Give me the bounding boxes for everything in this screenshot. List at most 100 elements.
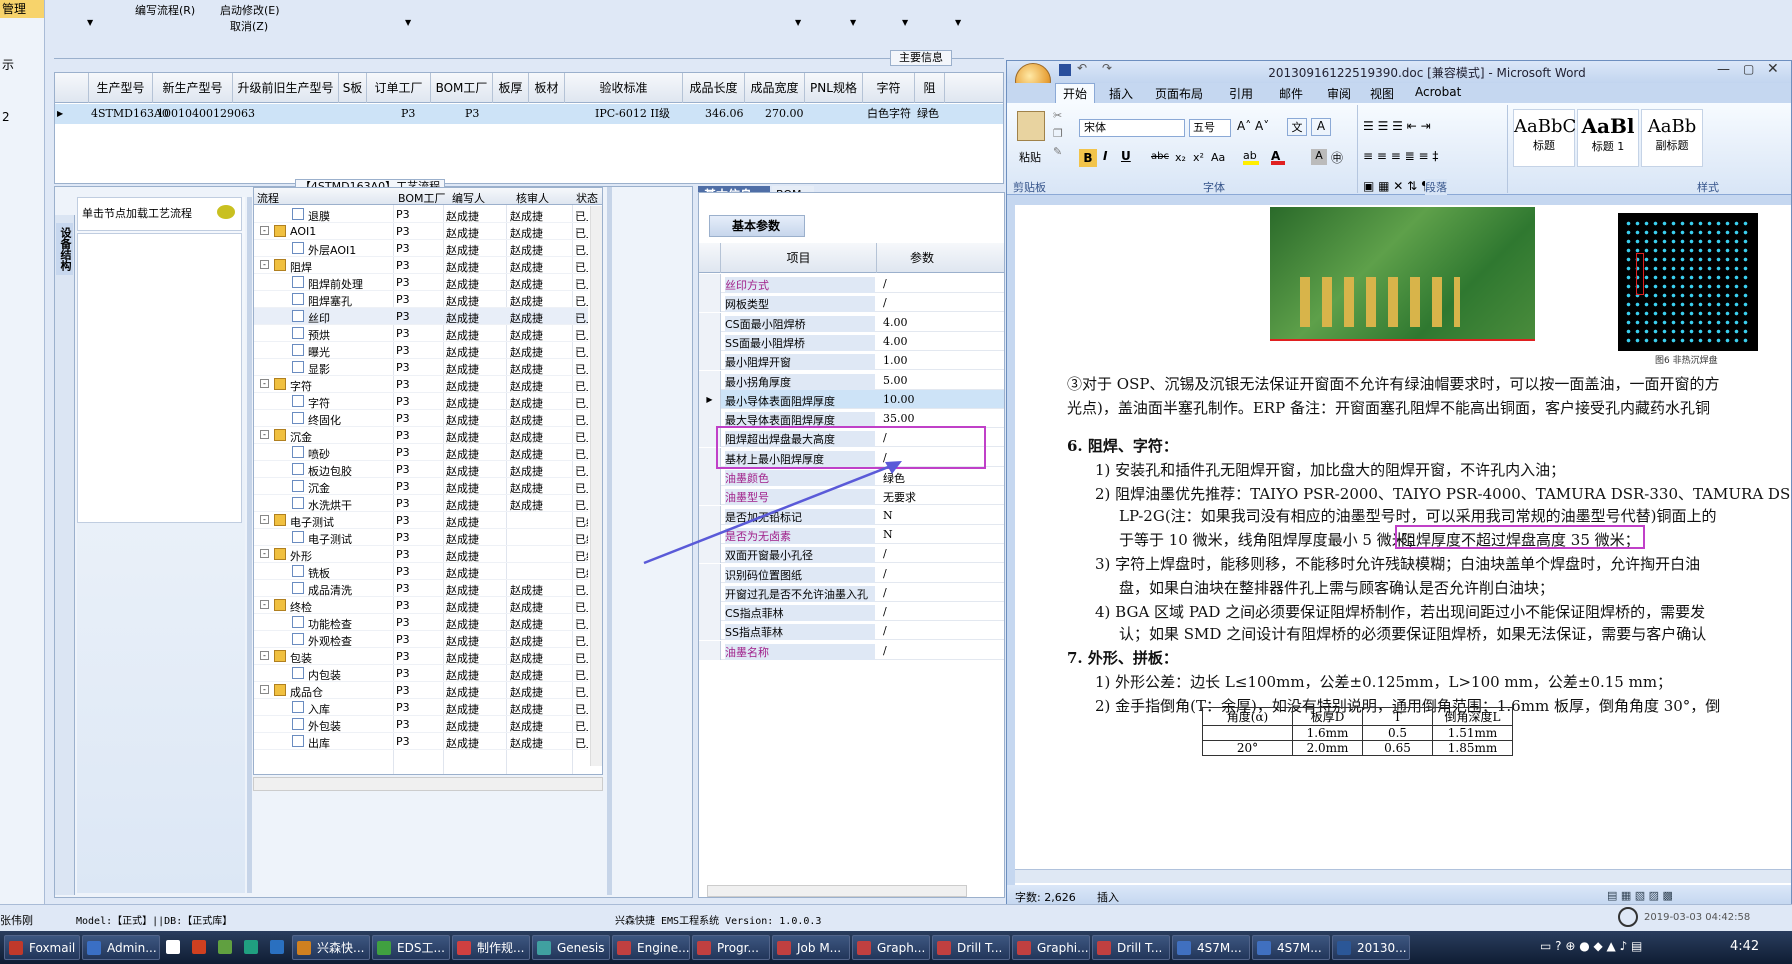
menu-start-modify[interactable]: 启动修改(E)	[220, 2, 280, 18]
style-gallery-item[interactable]: AaBl 标题 1	[1577, 109, 1639, 167]
dropdown-arrow-icon[interactable]: ▼	[795, 18, 801, 27]
left-strip-item[interactable]: 示	[0, 56, 14, 73]
redo-icon[interactable]: ↷	[1102, 61, 1112, 75]
taskbar-button[interactable]: 制作规...	[452, 935, 530, 960]
tree-row[interactable]: 板边包胶 P3 赵成捷 赵成捷 已上R	[254, 461, 588, 478]
dropdown-arrow-icon[interactable]: ▼	[87, 18, 93, 27]
tree-col-header[interactable]: 流程	[257, 190, 279, 206]
char-shading-icon[interactable]: A	[1311, 149, 1327, 165]
splitter[interactable]	[607, 187, 612, 895]
tree-row[interactable]: 终固化 P3 赵成捷 赵成捷 已上R	[254, 410, 588, 427]
tree-row[interactable]: 阻焊塞孔 P3 赵成捷 赵成捷 已上R	[254, 291, 588, 308]
style-gallery-item[interactable]: AaBbC 标题	[1513, 109, 1576, 167]
tree-row[interactable]: 显影 P3 赵成捷 赵成捷 已上R	[254, 359, 588, 376]
expand-toggle-icon[interactable]: -	[260, 600, 269, 609]
param-row[interactable]: 最小拐角厚度 5.00	[699, 370, 1004, 390]
tree-vertical-scrollbar[interactable]	[590, 206, 602, 766]
document-page[interactable]: 图6 非热沉焊盘 ③对于 OSP、沉锡及沉银无法保证开窗面不允许有绿油帽要求时，…	[1015, 205, 1791, 923]
taskbar-button[interactable]	[214, 935, 238, 960]
doc-line[interactable]: LP-2G(注：如果我司没有相应的油墨型号时，可以采用我司常规的油墨型号代替)铜…	[1119, 505, 1717, 526]
tree-row[interactable]: 铣板 P3 赵成捷 已编写	[254, 563, 588, 580]
expand-toggle-icon[interactable]: -	[260, 549, 269, 558]
paste-label[interactable]: 粘贴	[1019, 149, 1041, 165]
tree-row[interactable]: - 沉金 P3 赵成捷 赵成捷 已上R	[254, 427, 588, 444]
style-gallery-item[interactable]: AaBb 副标题	[1641, 109, 1703, 167]
align-icons[interactable]: ≡ ≡ ≡ ≣ ≡ ‡	[1363, 149, 1438, 163]
ribbon-tab-mailings[interactable]: 邮件	[1279, 85, 1303, 102]
doc-line[interactable]: 2) 阻焊油墨优先推荐：TAIYO PSR-2000、TAIYO PSR-400…	[1095, 483, 1790, 504]
param-row[interactable]: 油墨名称 /	[699, 640, 1004, 660]
doc-line[interactable]: 于等于 10 微米，线角阻焊厚度最小 5 微米；	[1119, 529, 1422, 550]
tree-row[interactable]: 退膜 P3 赵成捷 赵成捷 已上R	[254, 206, 588, 223]
ribbon-tab-references[interactable]: 引用	[1229, 85, 1253, 102]
taskbar-button[interactable]	[240, 935, 264, 960]
tree-col-header[interactable]: 编写人	[452, 190, 485, 206]
tree-row[interactable]: 喷砂 P3 赵成捷 赵成捷 已上R	[254, 444, 588, 461]
tree-row[interactable]: - 字符 P3 赵成捷 赵成捷 已上R	[254, 376, 588, 393]
tree-row[interactable]: 外层AOI1 P3 赵成捷 赵成捷 已上R	[254, 240, 588, 257]
param-row[interactable]: SS面最小阻焊桥 4.00	[699, 331, 1004, 351]
expand-toggle-icon[interactable]: -	[260, 651, 269, 660]
taskbar-button[interactable]: Graphi...	[1012, 935, 1090, 960]
tree-row[interactable]: 出库 P3 赵成捷 赵成捷 已上R	[254, 733, 588, 750]
menu-cancel[interactable]: 取消(Z)	[230, 18, 268, 34]
tree-row[interactable]: - 外形 P3 赵成捷 已编写	[254, 546, 588, 563]
dropdown-arrow-icon[interactable]: ▼	[850, 18, 856, 27]
copy-icon[interactable]: ❐	[1053, 127, 1063, 140]
tree-row[interactable]: 功能检查 P3 赵成捷 赵成捷 已上R	[254, 614, 588, 631]
format-painter-icon[interactable]: ✎	[1053, 145, 1062, 158]
grow-font-icon[interactable]: A˄ A˅	[1237, 119, 1269, 133]
taskbar-button[interactable]: 4S7M...	[1252, 935, 1330, 960]
ribbon-tab-insert[interactable]: 插入	[1109, 85, 1133, 102]
italic-icon[interactable]: I	[1103, 149, 1107, 163]
tree-row[interactable]: - 包装 P3 赵成捷 赵成捷 已上R	[254, 648, 588, 665]
expand-toggle-icon[interactable]: -	[260, 226, 269, 235]
param-row[interactable]: ▶ 最小导体表面阻焊厚度 10.00	[699, 389, 1004, 409]
tree-row[interactable]: 丝印 P3 赵成捷 赵成捷 已上R	[254, 308, 588, 325]
tree-row[interactable]: 沉金 P3 赵成捷 赵成捷 已上R	[254, 478, 588, 495]
tree-row[interactable]: 外包装 P3 赵成捷 赵成捷 已上R	[254, 716, 588, 733]
doc-horizontal-scrollbar[interactable]	[1015, 869, 1791, 883]
side-tab-equipment[interactable]: 设备结构	[56, 223, 73, 275]
doc-line[interactable]: ③对于 OSP、沉锡及沉银无法保证开窗面不允许有绿油帽要求时，可以按一面盖油，一…	[1067, 373, 1719, 394]
tree-row[interactable]: 电子测试 P3 赵成捷 已编写	[254, 529, 588, 546]
param-value[interactable]: /	[883, 644, 887, 657]
font-color-icon[interactable]: A	[1271, 149, 1285, 165]
grid-col-header[interactable]: BOM工厂	[431, 73, 493, 103]
grid-col-header[interactable]: 成品长度	[683, 73, 745, 103]
taskbar-button[interactable]: 4S7M...	[1172, 935, 1250, 960]
taskbar-button[interactable]: Engine...	[612, 935, 690, 960]
subscript-icon[interactable]: x₂	[1175, 151, 1186, 164]
tree-col-header[interactable]: 状态	[576, 190, 598, 206]
bold-icon[interactable]: B	[1079, 149, 1097, 167]
shading-icons[interactable]: ▣ ▦ ✕ ⇅ ¶	[1363, 179, 1429, 193]
font-size-select[interactable]: 五号	[1189, 119, 1231, 137]
taskbar-button[interactable]: 20130...	[1332, 935, 1410, 960]
grid-col-header[interactable]: S板	[339, 73, 367, 103]
menu-edit-flow[interactable]: 编写流程(R)	[135, 2, 195, 18]
tree-row[interactable]: 外观检查 P3 赵成捷 赵成捷 已上R	[254, 631, 588, 648]
splitter[interactable]	[247, 197, 252, 893]
param-col-item[interactable]: 项目	[721, 243, 877, 273]
tree-row[interactable]: 预烘 P3 赵成捷 赵成捷 已上R	[254, 325, 588, 342]
table-row[interactable]: ▶ 4STMD163A0 10010400129063 P3 P3 IPC-60…	[55, 104, 1003, 124]
param-row[interactable]: 最小阻焊开窗 1.00	[699, 351, 1004, 371]
taskbar-clock[interactable]: 4:42	[1730, 939, 1759, 954]
cut-icon[interactable]: ✂	[1053, 109, 1062, 122]
tree-row[interactable]: 阻焊前处理 P3 赵成捷 赵成捷 已上R	[254, 274, 588, 291]
doc-line[interactable]: 盘，如果白油块在整排器件孔上需与顾客确认是否允许削白油块；	[1119, 577, 1554, 598]
param-row[interactable]: 网板类型 /	[699, 293, 1004, 313]
expand-toggle-icon[interactable]: -	[260, 260, 269, 269]
tree-row[interactable]: 水洗烘干 P3 赵成捷 赵成捷 已上R	[254, 495, 588, 512]
param-row[interactable]: CS面最小阻焊桥 4.00	[699, 312, 1004, 332]
ribbon-tab-layout[interactable]: 页面布局	[1155, 85, 1203, 102]
grid-col-header[interactable]: 生产型号	[89, 73, 153, 103]
ribbon-tab-review[interactable]: 审阅	[1327, 85, 1351, 102]
doc-line[interactable]: 1) 安装孔和插件孔无阻焊开窗，加比盘大的阻焊开窗，不许孔内入油；	[1095, 459, 1565, 480]
ribbon-tab-acrobat[interactable]: Acrobat	[1415, 85, 1461, 99]
taskbar-button[interactable]: Admin...	[82, 935, 160, 960]
tree-col-header[interactable]: 核审人	[516, 190, 549, 206]
expand-toggle-icon[interactable]: -	[260, 379, 269, 388]
param-horizontal-scrollbar[interactable]	[707, 885, 967, 897]
param-value[interactable]: /	[883, 624, 887, 637]
